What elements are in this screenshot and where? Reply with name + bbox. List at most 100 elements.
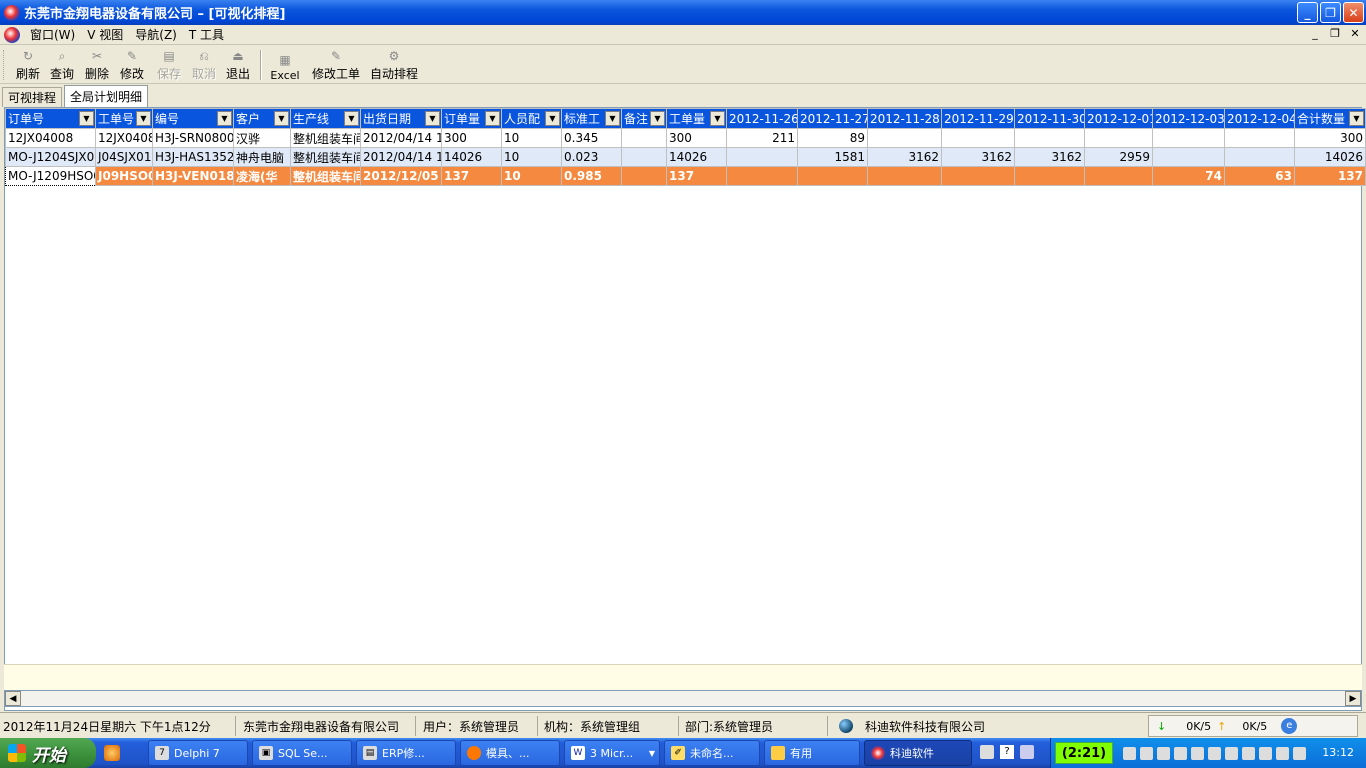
- column-header[interactable]: 2012-11-27: [797, 108, 868, 129]
- table-cell[interactable]: 整机组装车间: [290, 166, 361, 186]
- table-cell[interactable]: 0.985: [561, 166, 622, 186]
- table-cell[interactable]: 137: [1294, 166, 1366, 186]
- edit-order-button[interactable]: ✎ 修改工单: [310, 48, 362, 82]
- minimize-button[interactable]: _: [1297, 2, 1318, 23]
- task-firefox[interactable]: 模具、...: [460, 740, 560, 766]
- column-header[interactable]: 2012-11-29: [941, 108, 1015, 129]
- table-row-selected[interactable]: MO-J1209HSO0 J09HSO0 H3J-VEN018 凌海(华 整机组装车间 2…: [5, 166, 1366, 186]
- mdi-close-button[interactable]: ✕: [1348, 27, 1362, 40]
- signal-icon[interactable]: [1242, 746, 1255, 760]
- table-row[interactable]: MO-J1204SJX01 J04SJX01 H3J-HAS1352 神舟电脑 整机组装…: [5, 147, 1366, 167]
- mdi-minimize-button[interactable]: _: [1308, 27, 1322, 40]
- table-cell[interactable]: 137: [441, 166, 502, 186]
- table-cell[interactable]: 14026: [1294, 147, 1366, 167]
- column-header[interactable]: 工单量 ▼: [666, 108, 727, 129]
- filter-dropdown-icon[interactable]: ▼: [650, 111, 665, 126]
- table-cell[interactable]: 10: [501, 166, 562, 186]
- table-cell[interactable]: 3162: [867, 147, 942, 167]
- restore-button[interactable]: ❐: [1320, 2, 1341, 23]
- table-cell[interactable]: 汉骅: [233, 128, 291, 148]
- table-cell[interactable]: 2959: [1084, 147, 1153, 167]
- column-header[interactable]: 人员配 ▼: [501, 108, 562, 129]
- filter-dropdown-icon[interactable]: ▼: [344, 111, 359, 126]
- filter-dropdown-icon[interactable]: ▼: [710, 111, 725, 126]
- table-cell[interactable]: H3J-HAS1352: [152, 147, 234, 167]
- edit-button[interactable]: ✎ 修改: [118, 48, 146, 82]
- table-row[interactable]: 12JX04008 12JX0408 H3J-SRN0800 汉骅 整机组装车间 2012…: [5, 128, 1366, 148]
- mdi-restore-button[interactable]: ❐: [1328, 27, 1342, 40]
- column-header[interactable]: 备注 ▼: [621, 108, 667, 129]
- table-cell[interactable]: 凌海(华: [233, 166, 291, 186]
- table-cell[interactable]: 12JX04008: [5, 128, 96, 148]
- bluetooth-icon[interactable]: [1191, 746, 1204, 760]
- task-kedi[interactable]: 科迪软件: [864, 740, 972, 766]
- table-cell[interactable]: J09HSO0: [95, 166, 153, 186]
- menu-tools[interactable]: T 工具: [183, 26, 230, 43]
- language-icon[interactable]: [1020, 745, 1034, 759]
- table-cell[interactable]: [941, 166, 1015, 186]
- help-icon[interactable]: ?: [1000, 745, 1014, 759]
- quick-launch-app-icon[interactable]: [104, 745, 120, 761]
- keyboard-icon[interactable]: [980, 745, 994, 759]
- table-cell[interactable]: [1224, 128, 1295, 148]
- table-cell[interactable]: [797, 166, 868, 186]
- exit-button[interactable]: ⏏ 退出: [224, 48, 252, 82]
- network-icon[interactable]: [1208, 746, 1221, 760]
- table-cell[interactable]: [1152, 128, 1225, 148]
- title-bar[interactable]: 东莞市金翔电器设备有限公司 – [可视化排程] _ ❐ ✕: [0, 0, 1366, 25]
- task-untitled[interactable]: ✐ 未命名...: [664, 740, 760, 766]
- table-cell[interactable]: 2012/04/14 1: [360, 147, 442, 167]
- close-button[interactable]: ✕: [1343, 2, 1364, 23]
- column-header[interactable]: 出货日期 ▼: [360, 108, 442, 129]
- clock[interactable]: 13:12: [1322, 746, 1354, 759]
- timer-badge[interactable]: (2:21): [1055, 742, 1113, 764]
- battery-icon[interactable]: [1140, 746, 1153, 760]
- table-cell[interactable]: 神舟电脑: [233, 147, 291, 167]
- task-folder[interactable]: 有用: [764, 740, 860, 766]
- table-cell[interactable]: [621, 166, 667, 186]
- horizontal-scrollbar[interactable]: ◀ ▶: [4, 690, 1362, 707]
- table-cell[interactable]: MO-J1209HSO0: [5, 166, 96, 186]
- table-cell[interactable]: 63: [1224, 166, 1295, 186]
- table-cell[interactable]: 14026: [666, 147, 727, 167]
- delete-button[interactable]: ✂ 删除: [83, 48, 111, 82]
- column-header[interactable]: 标准工 ▼: [561, 108, 622, 129]
- filter-dropdown-icon[interactable]: ▼: [485, 111, 500, 126]
- table-cell[interactable]: [726, 166, 798, 186]
- filter-dropdown-icon[interactable]: ▼: [136, 111, 151, 126]
- toolbar-grip[interactable]: [3, 50, 6, 80]
- column-header[interactable]: 编号 ▼: [152, 108, 234, 129]
- task-sql[interactable]: ▣ SQL Se...: [252, 740, 352, 766]
- filter-dropdown-icon[interactable]: ▼: [545, 111, 560, 126]
- table-cell[interactable]: J04SJX01: [95, 147, 153, 167]
- tab-visual-schedule[interactable]: 可视排程: [2, 87, 63, 107]
- table-cell[interactable]: 整机组装车间: [290, 128, 361, 148]
- table-cell[interactable]: MO-J1204SJX01: [5, 147, 96, 167]
- table-cell[interactable]: 300: [666, 128, 727, 148]
- column-header[interactable]: 2012-12-04: [1224, 108, 1295, 129]
- table-cell[interactable]: 12JX0408: [95, 128, 153, 148]
- people-icon[interactable]: [1174, 746, 1187, 760]
- scroll-left-button[interactable]: ◀: [5, 691, 21, 706]
- table-cell[interactable]: 89: [797, 128, 868, 148]
- table-cell[interactable]: 10: [501, 128, 562, 148]
- table-cell[interactable]: 2012/12/05: [360, 166, 442, 186]
- filter-dropdown-icon[interactable]: ▼: [274, 111, 289, 126]
- table-cell[interactable]: 300: [1294, 128, 1366, 148]
- table-cell[interactable]: 0.023: [561, 147, 622, 167]
- table-cell[interactable]: H3J-SRN0800: [152, 128, 234, 148]
- table-cell[interactable]: 2012/04/14 1: [360, 128, 442, 148]
- refresh-button[interactable]: ↻ 刷新: [14, 48, 42, 82]
- table-cell[interactable]: [1084, 166, 1153, 186]
- menu-window[interactable]: 窗口(W): [24, 26, 81, 43]
- menu-view[interactable]: V 视图: [81, 26, 129, 43]
- task-delphi[interactable]: 7 Delphi 7: [148, 740, 248, 766]
- scroll-right-button[interactable]: ▶: [1345, 691, 1361, 706]
- column-header[interactable]: 2012-11-26: [726, 108, 798, 129]
- table-cell[interactable]: H3J-VEN018: [152, 166, 234, 186]
- table-cell[interactable]: [1224, 147, 1295, 167]
- table-cell[interactable]: 137: [666, 166, 727, 186]
- plan-grid[interactable]: 订单号 ▼ 工单号 ▼ 编号 ▼ 客户 ▼ 生产线 ▼ 出货日期 ▼ 订单量 ▼ 人员配 ▼ 标准工 ▼ 备注 ▼ 工单…: [4, 107, 1366, 711]
- table-cell[interactable]: [867, 128, 942, 148]
- column-header[interactable]: 2012-11-30: [1014, 108, 1085, 129]
